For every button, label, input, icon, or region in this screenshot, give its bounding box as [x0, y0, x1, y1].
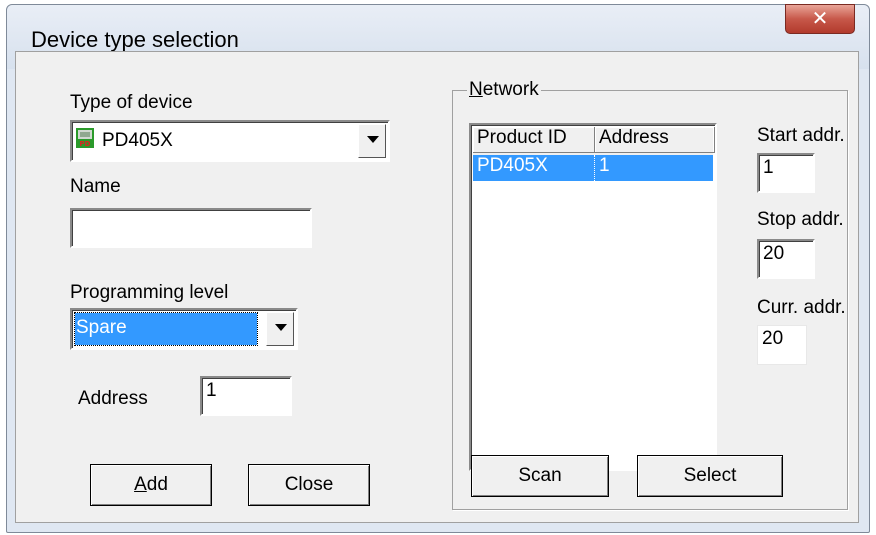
- curr-addr-field: 20: [757, 325, 807, 365]
- programming-level-combobox[interactable]: Spare: [70, 308, 298, 350]
- scan-label: Scan: [518, 465, 562, 486]
- stop-addr-input[interactable]: 20: [757, 239, 815, 279]
- name-label: Name: [70, 176, 121, 197]
- chevron-down-icon[interactable]: [358, 124, 386, 158]
- scan-button[interactable]: Scan: [471, 455, 609, 497]
- add-mnemonic: A: [134, 474, 147, 495]
- add-button[interactable]: Add: [90, 464, 212, 506]
- type-of-device-label: Type of device: [70, 92, 193, 113]
- column-header-product-id[interactable]: Product ID: [473, 127, 595, 153]
- stop-addr-label: Stop addr.: [757, 209, 844, 230]
- add-label: dd: [146, 474, 168, 495]
- device-type-value: PD405X: [102, 130, 173, 151]
- close-button[interactable]: Close: [248, 464, 370, 506]
- curr-addr-value: 20: [762, 328, 784, 349]
- curr-addr-label: Curr. addr.: [757, 297, 846, 318]
- device-type-combobox[interactable]: PD PD405X: [70, 120, 390, 162]
- svg-text:PD: PD: [80, 140, 91, 148]
- close-icon: ✕: [811, 6, 829, 30]
- start-addr-label: Start addr.: [757, 125, 845, 146]
- select-button[interactable]: Select: [637, 455, 783, 497]
- row-address: 1: [599, 155, 610, 176]
- selected-highlight: Spare: [74, 312, 258, 346]
- dialog-client-area: Type of device PD PD405X Name Programmin…: [15, 51, 859, 523]
- start-addr-input[interactable]: 1: [757, 153, 815, 193]
- column-header-address[interactable]: Address: [595, 127, 715, 153]
- address-label: Address: [78, 388, 148, 409]
- list-header: Product ID Address: [473, 127, 715, 155]
- dialog-window: Device type selection ✕ Type of device P…: [6, 4, 870, 533]
- address-input[interactable]: 1: [200, 376, 292, 416]
- stop-addr-value: 20: [763, 243, 785, 264]
- table-row[interactable]: PD405X 1: [473, 155, 713, 181]
- network-group-label: Network: [467, 79, 541, 101]
- programming-level-value: Spare: [76, 317, 127, 338]
- pd-device-icon: PD: [76, 128, 94, 148]
- select-label: Select: [683, 465, 737, 486]
- close-window-button[interactable]: ✕: [785, 4, 855, 34]
- chevron-down-icon[interactable]: [266, 312, 294, 346]
- window-title: Device type selection: [31, 27, 239, 52]
- start-addr-value: 1: [763, 157, 774, 178]
- programming-level-label: Programming level: [70, 282, 229, 303]
- address-input-value: 1: [206, 380, 217, 401]
- network-device-list[interactable]: Product ID Address PD405X 1: [469, 123, 717, 471]
- row-product-id: PD405X: [473, 155, 595, 181]
- close-label: Close: [284, 474, 334, 495]
- network-groupbox: Network Product ID Address PD405X 1 Star…: [452, 79, 848, 510]
- name-input[interactable]: [70, 208, 312, 248]
